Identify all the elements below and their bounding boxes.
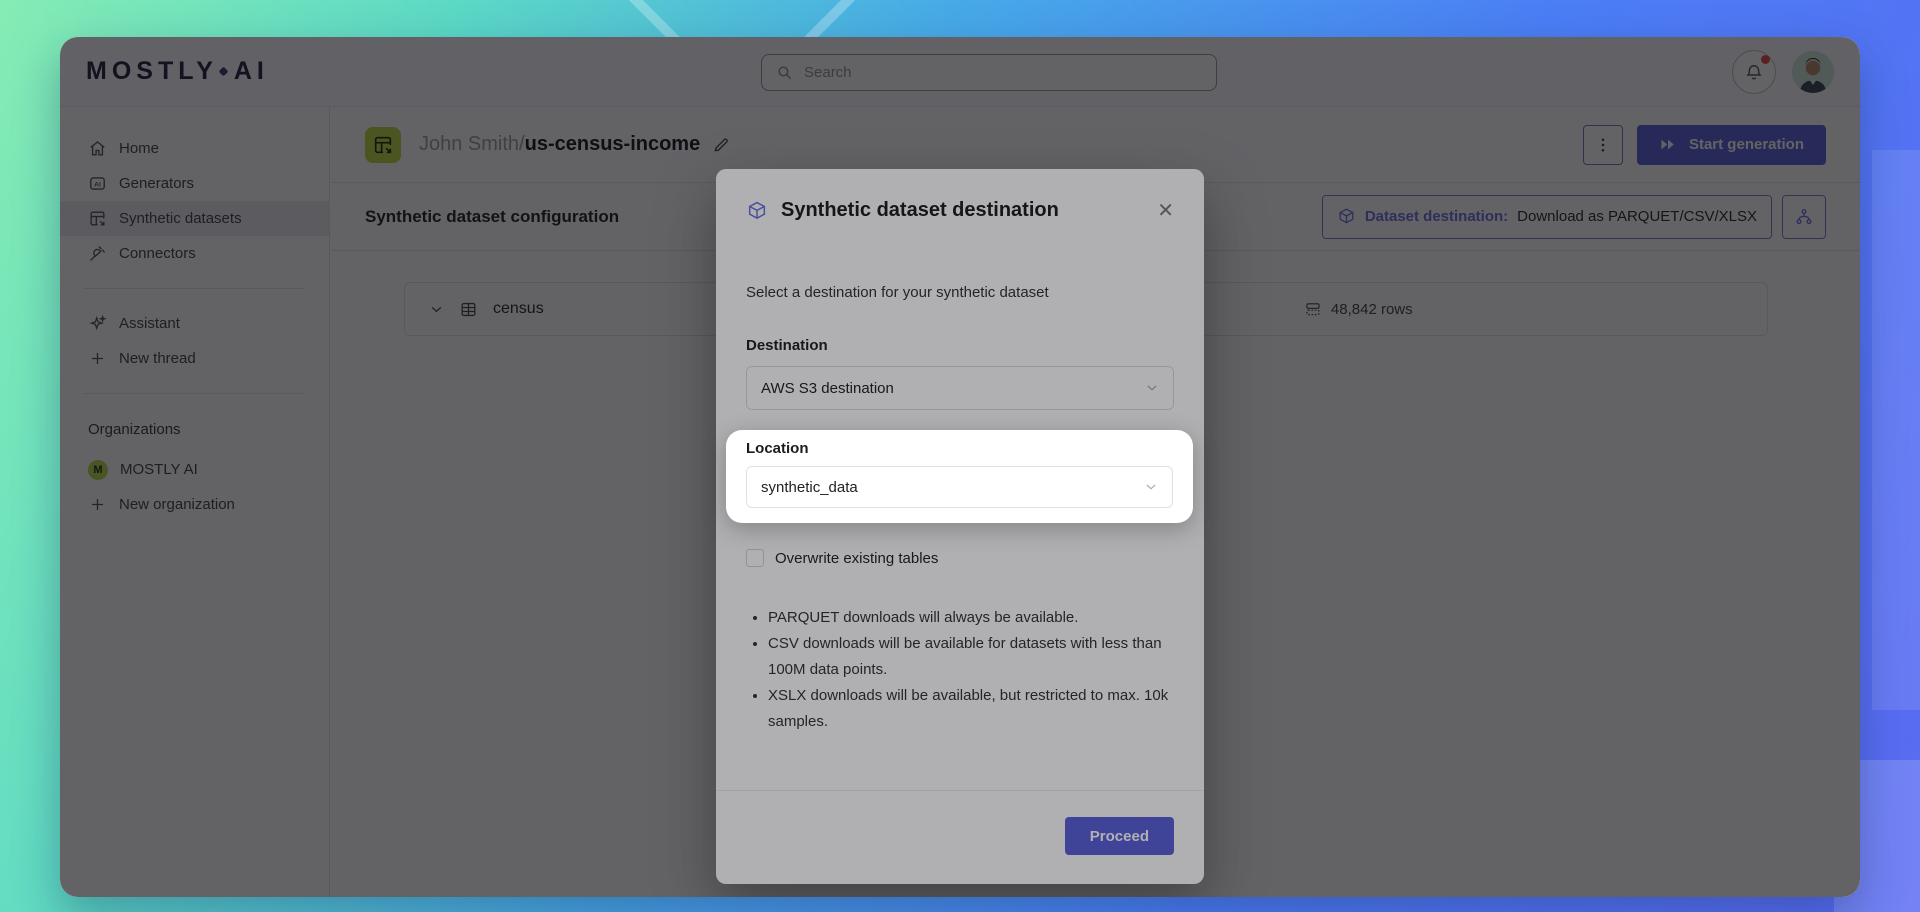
chevron-down-icon (1144, 480, 1158, 494)
location-select-value: synthetic_data (761, 479, 858, 496)
location-field-label: Location (746, 440, 1173, 457)
page-background: MOSTLY AI (0, 0, 1920, 912)
location-select[interactable]: synthetic_data (746, 466, 1173, 508)
app-window: MOSTLY AI (60, 37, 1860, 897)
decorative-panel (1872, 150, 1920, 710)
location-spotlight: Location synthetic_data (726, 430, 1193, 523)
